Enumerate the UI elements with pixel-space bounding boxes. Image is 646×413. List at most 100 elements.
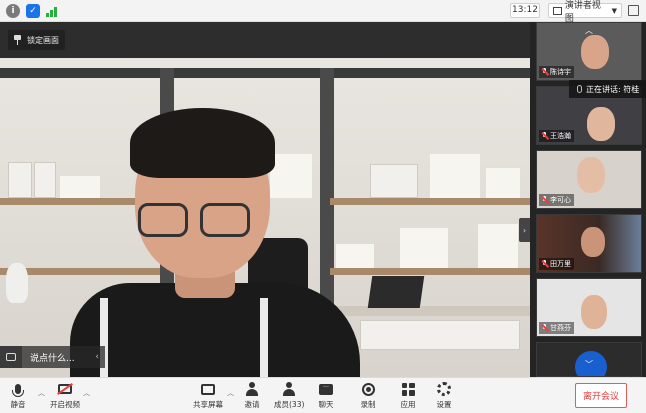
participant-label: 陈诗宇: [539, 66, 574, 78]
participant-label: 李可心: [539, 194, 574, 206]
storage-box: [8, 162, 32, 198]
video-header: 锁定画面: [0, 22, 530, 58]
pin-icon: [14, 35, 21, 45]
record-icon: [360, 381, 376, 397]
ceiling-beam: [0, 68, 530, 78]
speaker-person: [60, 98, 360, 377]
view-mode-label: 演讲者视图: [564, 0, 601, 24]
participant-name: 陈诗宇: [550, 68, 571, 76]
apps-button[interactable]: 应用: [400, 381, 416, 410]
members-button[interactable]: 成员(33): [274, 381, 304, 410]
meeting-timer: 13:12: [510, 3, 540, 18]
participant-name: 王浩瀚: [550, 132, 571, 140]
participant-face: [587, 107, 615, 141]
participant-label: 王浩瀚: [539, 130, 574, 142]
mic-muted-icon: [541, 324, 548, 332]
participant-face: [581, 295, 607, 329]
mic-muted-icon: [541, 260, 548, 268]
top-bar: i ✓ 13:12 演讲者视图 ▼: [0, 0, 646, 24]
chat-input-bar[interactable]: 说点什么... ‹: [0, 346, 105, 368]
video-options-chevron-icon[interactable]: ︿: [83, 388, 90, 398]
info-icon[interactable]: i: [6, 3, 20, 18]
speaker-view-icon: [553, 6, 562, 15]
participant-name: 甘燕芬: [550, 324, 571, 332]
chat-icon: ···: [318, 381, 334, 397]
share-options-chevron-icon[interactable]: ︿: [227, 388, 234, 398]
chat-label: 聊天: [318, 400, 334, 409]
book-stack: [400, 228, 448, 268]
fullscreen-icon[interactable]: [628, 5, 639, 16]
share-screen-icon: [200, 381, 216, 397]
start-video-button[interactable]: 开启视频: [50, 381, 80, 410]
gear-icon: [436, 381, 452, 397]
participant-label: 甘燕芬: [539, 322, 574, 334]
bottom-toolbar: 静音 ︿ 开启视频 ︿ 共享屏幕 ︿ 邀请 成员(33) ··· 聊天 录制 应…: [0, 377, 646, 413]
view-mode-dropdown[interactable]: 演讲者视图 ▼: [548, 1, 622, 24]
mic-muted-icon: [541, 132, 548, 140]
camera-icon[interactable]: [0, 346, 22, 368]
laptop: [367, 276, 425, 308]
settings-button[interactable]: 设置: [436, 381, 452, 410]
speaking-indicator: 正在讲话: 符桂: [569, 80, 646, 98]
hair: [130, 108, 275, 178]
scroll-up-chevron-icon[interactable]: ︿: [582, 26, 596, 36]
participant-face: [581, 35, 609, 69]
shelf: [330, 268, 530, 275]
members-label: 成员(33): [274, 400, 305, 409]
speaking-label: 正在讲话: 符桂: [586, 84, 640, 94]
mic-muted-icon: [541, 68, 548, 76]
vase: [6, 263, 28, 303]
microphone-icon: [10, 381, 26, 397]
share-screen-label: 共享屏幕: [193, 400, 223, 409]
mic-muted-icon: [541, 196, 548, 204]
participant-face: [577, 157, 605, 193]
participant-sidebar: ︿ 正在讲话: 符桂 陈诗宇 王浩瀚 李可心 田万里 甘燕芬 ﹀: [530, 22, 646, 377]
jacket-stripe: [260, 298, 268, 377]
participant-label: 田万里: [539, 258, 574, 270]
meeting-window: i ✓ 13:12 演讲者视图 ▼ 锁定画面 说点什么... ‹ › ︿ 正在讲…: [0, 0, 646, 413]
mute-label: 静音: [10, 400, 26, 409]
chevron-down-icon: ▼: [611, 6, 617, 15]
video-off-icon: [57, 381, 73, 397]
chat-input-placeholder[interactable]: 说点什么...: [30, 351, 75, 364]
lock-view-label: 锁定画面: [27, 35, 59, 45]
scroll-down-chevron-icon[interactable]: ﹀: [582, 360, 596, 370]
start-video-label: 开启视频: [50, 400, 80, 409]
invite-button[interactable]: 邀请: [244, 381, 260, 410]
storage-box: [370, 164, 418, 198]
main-speaker-video: 锁定画面 说点什么... ‹ ›: [0, 22, 530, 377]
network-signal-icon[interactable]: [46, 5, 60, 17]
participant-tile[interactable]: 李可心: [536, 150, 642, 209]
participant-name: 李可心: [550, 196, 571, 204]
glasses-lens: [200, 203, 250, 237]
apps-label: 应用: [400, 400, 416, 409]
sidebar-toggle-chevron-icon[interactable]: ›: [519, 218, 530, 242]
shelf: [330, 198, 530, 205]
book-stack: [478, 224, 518, 268]
chat-button[interactable]: ··· 聊天: [318, 381, 334, 410]
record-label: 录制: [360, 400, 376, 409]
lock-view-button[interactable]: 锁定画面: [8, 30, 65, 50]
security-shield-icon[interactable]: ✓: [26, 3, 40, 18]
storage-box: [34, 162, 56, 198]
video-frame: 说点什么... ‹: [0, 58, 530, 377]
book-stack: [486, 168, 520, 198]
participant-tile[interactable]: 甘燕芬: [536, 278, 642, 337]
microphone-icon: [577, 85, 582, 93]
invite-label: 邀请: [244, 400, 260, 409]
mute-button[interactable]: 静音: [10, 381, 26, 410]
audio-options-chevron-icon[interactable]: ︿: [38, 388, 45, 398]
leave-meeting-button[interactable]: 离开会议: [575, 383, 627, 408]
record-button[interactable]: 录制: [360, 381, 376, 410]
add-user-icon: [244, 381, 260, 397]
participant-face: [581, 227, 605, 257]
participant-name: 田万里: [550, 260, 571, 268]
book-stack: [430, 154, 480, 198]
share-screen-button[interactable]: 共享屏幕: [193, 381, 223, 410]
members-icon: [281, 381, 297, 397]
participant-tile[interactable]: 田万里: [536, 214, 642, 273]
glasses-lens: [138, 203, 188, 237]
apps-grid-icon: [400, 381, 416, 397]
collapse-chevron-icon[interactable]: ‹: [95, 352, 99, 362]
desk-drawers: [360, 320, 520, 350]
